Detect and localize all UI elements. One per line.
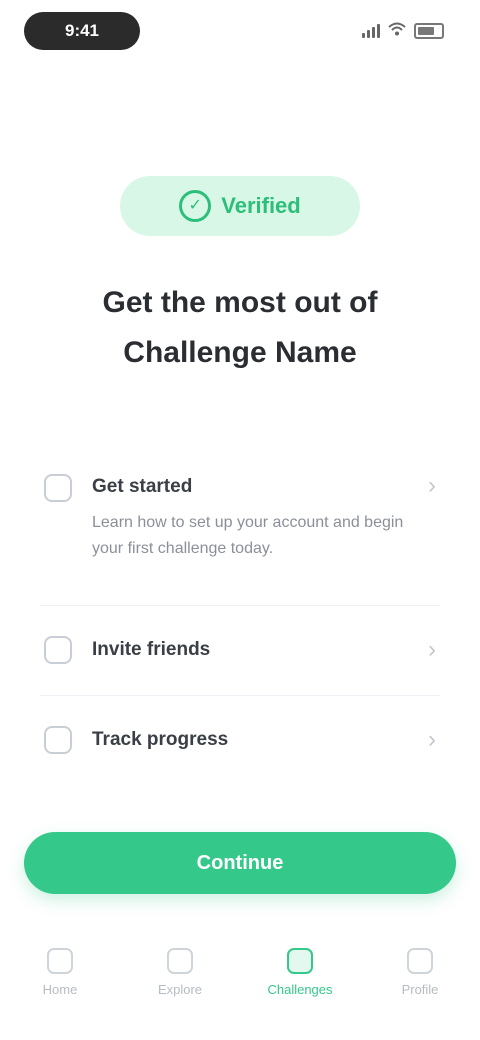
tab-explore[interactable]: Explore (132, 930, 228, 998)
continue-button[interactable]: Continue (24, 832, 456, 894)
tab-label: Challenges (267, 982, 333, 997)
tab-challenges[interactable]: Challenges (252, 930, 348, 998)
chevron-right-icon: › (428, 726, 436, 753)
status-time: 9:41 (24, 12, 140, 50)
list-item-description: Learn how to set up your account and beg… (92, 514, 404, 557)
feature-list: Get started Learn how to set up your acc… (40, 456, 440, 786)
users-icon (44, 636, 72, 664)
check-icon: ✓ (179, 190, 212, 222)
chevron-right-icon: › (428, 472, 436, 499)
badge-label: Verified (221, 193, 301, 218)
status-indicators (362, 20, 444, 42)
battery-icon (414, 23, 444, 39)
challenges-icon (287, 948, 313, 974)
tab-bar: Home Explore Challenges Profile (0, 930, 480, 1020)
tab-home[interactable]: Home (12, 930, 108, 998)
list-item-invite-friends[interactable]: Invite friends › (40, 606, 440, 696)
info-icon (44, 474, 72, 502)
chevron-right-icon: › (428, 636, 436, 663)
list-item-title: Track progress (92, 729, 229, 750)
signal-icon (362, 24, 380, 38)
tab-label: Profile (401, 982, 439, 997)
tab-profile[interactable]: Profile (372, 930, 468, 998)
list-item-track-progress[interactable]: Track progress › (40, 696, 440, 786)
page-title: Get the most out of Challenge Name (102, 286, 378, 369)
home-icon (47, 948, 73, 974)
verified-badge: ✓ Verified (120, 176, 360, 236)
status-bar: 9:41 (0, 0, 480, 64)
tab-label: Home (42, 982, 78, 997)
list-item-get-started[interactable]: Get started Learn how to set up your acc… (40, 456, 440, 606)
tab-label: Explore (157, 982, 203, 997)
list-item-title: Get started (92, 476, 193, 497)
explore-icon (167, 948, 193, 974)
list-item-title: Invite friends (92, 639, 211, 660)
wifi-icon (388, 22, 406, 41)
chart-icon (44, 726, 72, 754)
profile-icon (407, 948, 433, 974)
